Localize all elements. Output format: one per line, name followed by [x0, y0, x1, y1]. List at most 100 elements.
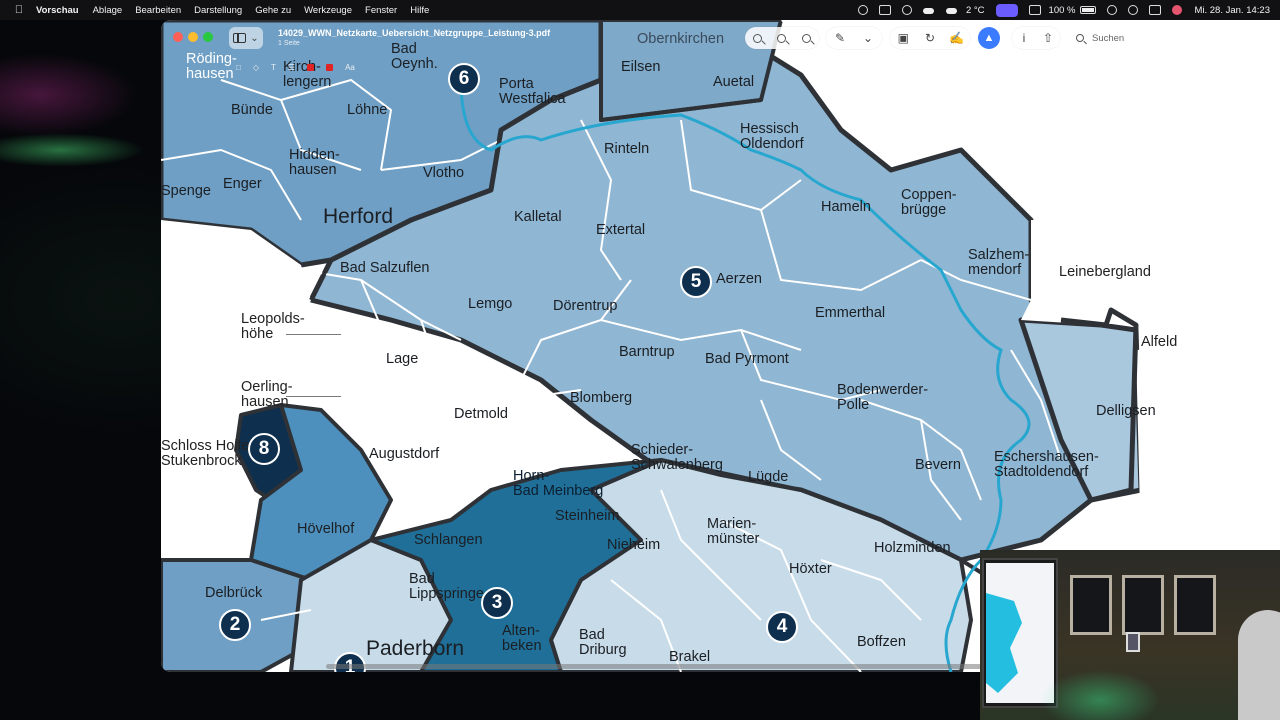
search-field[interactable]: Suchen	[1066, 27, 1280, 49]
group-badge-6[interactable]: 6	[448, 63, 480, 95]
fullscreen-button[interactable]	[203, 32, 213, 42]
info-share-group: i ⇧	[1012, 27, 1060, 49]
label-lage: Lage	[386, 351, 419, 367]
zoom-fit-button[interactable]	[771, 27, 793, 49]
label-boffzen: Boffzen	[857, 634, 906, 650]
sign-button[interactable]: ✍	[946, 27, 968, 49]
icloud-icon[interactable]	[922, 5, 935, 15]
zoom-out-button[interactable]	[746, 27, 768, 49]
webcam-overlay	[980, 550, 1280, 720]
zoom-in-button[interactable]	[796, 27, 818, 49]
label-bevern: Bevern	[915, 457, 961, 473]
chevron-down-icon: ⌄	[250, 32, 259, 44]
control-center-icon[interactable]	[1149, 5, 1162, 15]
menu-fenster[interactable]: Fenster	[365, 5, 397, 16]
label-nieheim: Nieheim	[607, 537, 661, 553]
label-altenbeken: Alten-beken	[502, 623, 542, 654]
pen-options-button[interactable]: ⌄	[857, 27, 879, 49]
selection-tool-icon[interactable]: □	[236, 63, 241, 72]
menu-gehe-zu[interactable]: Gehe zu	[255, 5, 291, 16]
battery-percent[interactable]: 100 %	[1049, 5, 1076, 16]
record-icon[interactable]	[857, 5, 868, 15]
label-buende: Bünde	[231, 102, 273, 118]
group-badge-4[interactable]: 4	[766, 611, 798, 643]
group-badge-3[interactable]: 3	[481, 587, 513, 619]
rotate-button[interactable]: ↻	[919, 27, 941, 49]
label-marienmuenster: Marien-münster	[707, 516, 760, 547]
border-color-icon[interactable]	[307, 63, 315, 71]
zoom-fit-icon	[777, 33, 787, 43]
label-kalletal: Kalletal	[514, 209, 562, 225]
label-spenge: Spenge	[161, 183, 211, 199]
presenter	[1238, 610, 1280, 720]
zoom-controls	[745, 27, 819, 49]
group-badge-5[interactable]: 5	[680, 266, 712, 298]
label-extertal: Extertal	[596, 222, 646, 238]
tv-map-thumbnail	[986, 593, 1022, 693]
group-badge-8[interactable]: 8	[248, 433, 280, 465]
label-coppenbruegge: Coppen-brügge	[901, 187, 957, 218]
label-salzhemmendorf: Salzhem-mendorf	[968, 247, 1030, 278]
status-area: 2 °C 100 % Mi. 28. Jan. 14:23	[847, 0, 1270, 20]
weather-icon[interactable]	[945, 5, 958, 15]
edit-tools-group: ▣ ↻ ✍	[890, 27, 970, 49]
label-schlangen: Schlangen	[414, 532, 483, 548]
zoom-out-icon	[752, 33, 762, 43]
battery-icon[interactable]	[1080, 6, 1097, 14]
font-button[interactable]: Aa	[345, 63, 355, 72]
label-bodenwerder-polle: Bodenwerder- Polle	[837, 382, 929, 413]
share-button[interactable]: ⇧	[1037, 27, 1059, 49]
markup-highlight-group: ✎ ⌄	[826, 27, 882, 49]
markup-button[interactable]: ▲	[978, 27, 1000, 49]
menu-hilfe[interactable]: Hilfe	[410, 5, 429, 16]
search-placeholder: Suchen	[1092, 32, 1125, 44]
spotlight-icon[interactable]	[1128, 5, 1139, 15]
label-lemgo: Lemgo	[468, 296, 513, 312]
crop-button[interactable]: ▣	[892, 27, 914, 49]
sidebar-toggle-button[interactable]: ⌄	[229, 27, 263, 49]
link-icon[interactable]	[1107, 5, 1118, 15]
room-window-2	[1122, 575, 1164, 635]
dropbox-icon[interactable]	[878, 5, 891, 15]
label-loehne: Löhne	[347, 102, 388, 118]
menu-app-name[interactable]: Vorschau	[36, 5, 79, 16]
label-bad-pyrmont: Bad Pyrmont	[705, 351, 789, 367]
close-button[interactable]	[173, 32, 183, 42]
menu-darstellung[interactable]: Darstellung	[194, 5, 242, 16]
weather-temp[interactable]: 2 °C	[966, 5, 985, 16]
brightness-icon[interactable]	[1028, 5, 1041, 15]
label-eschershausen: Eschershausen- Stadtoldendorf	[994, 449, 1099, 480]
leader-line-oerlinghausen	[286, 396, 341, 397]
label-oerlinghausen: Oerling-hausen	[241, 379, 293, 410]
fill-color-icon[interactable]	[326, 63, 334, 71]
label-delligsen: Delligsen	[1096, 403, 1156, 419]
info-button[interactable]: i	[1013, 27, 1035, 49]
pen-button[interactable]: ✎	[829, 27, 851, 49]
label-bad-driburg: Bad Driburg	[579, 627, 627, 658]
search-icon	[1076, 34, 1084, 42]
clock[interactable]: Mi. 28. Jan. 14:23	[1194, 5, 1270, 16]
siri-icon[interactable]	[1172, 5, 1183, 15]
shape-tool-icon[interactable]: ◇	[253, 63, 259, 72]
note-tool-icon[interactable]: ☰	[288, 63, 295, 72]
label-herford: Herford	[323, 205, 394, 228]
minimize-button[interactable]	[188, 32, 198, 42]
green-light-glow	[1040, 670, 1160, 720]
label-emmerthal: Emmerthal	[815, 305, 886, 321]
label-auetal: Auetal	[713, 74, 755, 90]
menu-werkzeuge[interactable]: Werkzeuge	[304, 5, 352, 16]
label-vlotho: Vlotho	[423, 165, 465, 181]
stage-manager-icon[interactable]	[995, 3, 1018, 17]
group-badge-2[interactable]: 2	[219, 609, 251, 641]
label-leinebergland: Leinebergland	[1059, 264, 1151, 280]
label-bad-lippspringe: Bad Lippspringe	[409, 571, 484, 602]
label-brakel: Brakel	[669, 649, 711, 665]
menu-ablage[interactable]: Ablage	[93, 5, 123, 16]
sync-icon[interactable]	[901, 5, 912, 15]
label-luegde: Lügde	[748, 469, 789, 485]
text-tool-icon[interactable]: T	[271, 63, 276, 72]
label-delbrueck: Delbrück	[205, 585, 263, 601]
label-blomberg: Blomberg	[570, 390, 633, 406]
apple-icon[interactable]: 	[12, 4, 26, 16]
menu-bearbeiten[interactable]: Bearbeiten	[135, 5, 181, 16]
